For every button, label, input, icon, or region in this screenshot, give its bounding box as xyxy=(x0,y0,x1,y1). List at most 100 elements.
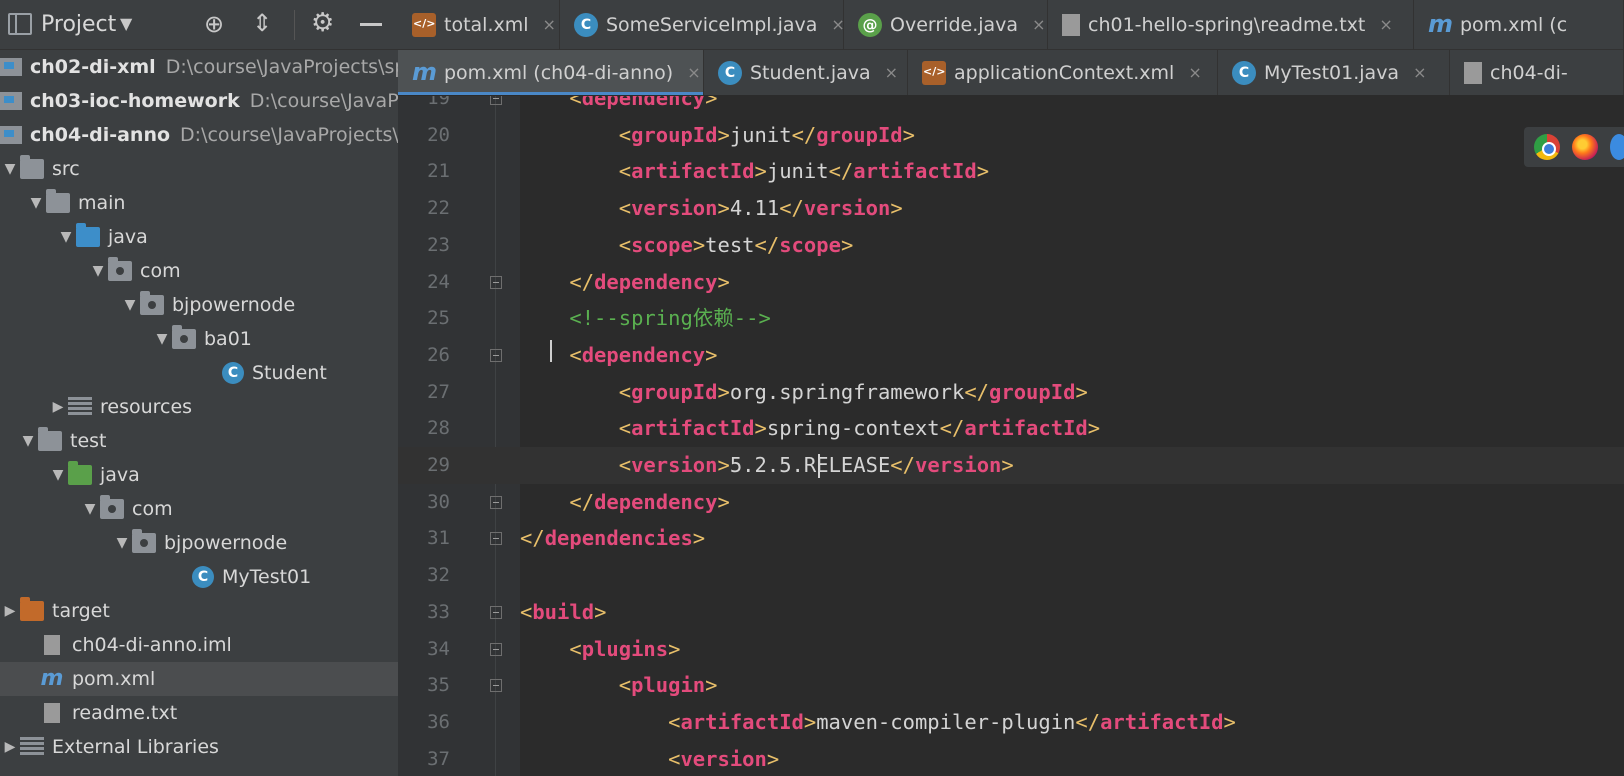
chrome-icon[interactable] xyxy=(1534,134,1560,160)
tree-item-com[interactable]: ▼ com xyxy=(0,254,398,288)
chevron-down-icon[interactable]: ▼ xyxy=(56,229,76,245)
chevron-down-icon[interactable]: ▼ xyxy=(120,14,132,33)
chevron-right-icon[interactable]: ▶ xyxy=(0,603,20,619)
code-line[interactable]: 28 <artifactId>spring-context</artifactI… xyxy=(398,410,1624,447)
close-icon[interactable]: × xyxy=(885,63,898,82)
tree-item-mytest01[interactable]: C MyTest01 xyxy=(0,560,398,594)
code-line[interactable]: 30 </dependency> xyxy=(398,484,1624,521)
xml-text: junit xyxy=(729,122,792,147)
chevron-right-icon[interactable]: ▶ xyxy=(48,399,68,415)
editor-tab-mytest01-java[interactable]: C MyTest01.java × xyxy=(1218,50,1450,95)
fold-marker-icon[interactable] xyxy=(490,348,502,362)
tree-item-src[interactable]: ▼ src xyxy=(0,152,398,186)
tree-item-target[interactable]: ▶ target xyxy=(0,594,398,628)
tree-item-bjpowernode[interactable]: ▼ bjpowernode xyxy=(0,288,398,322)
code-editor[interactable]: 19 <dependency> 20 <groupId>junit</groupI… xyxy=(398,96,1624,776)
close-icon[interactable]: × xyxy=(1379,15,1392,34)
gear-icon[interactable]: ⚙ xyxy=(311,10,334,36)
tree-item-resources[interactable]: ▶ resources xyxy=(0,390,398,424)
tree-item-external-libraries[interactable]: ▶ External Libraries xyxy=(0,730,398,764)
code-line[interactable]: 25 <!--spring依赖--> xyxy=(398,300,1624,337)
chevron-down-icon[interactable]: ▼ xyxy=(152,331,172,347)
project-view-title[interactable]: Project xyxy=(41,12,116,37)
code-line[interactable]: 37 <version> xyxy=(398,741,1624,776)
tree-item-main[interactable]: ▼ main xyxy=(0,186,398,220)
code-line[interactable]: 20 <groupId>junit</groupId> xyxy=(398,117,1624,154)
tree-item-java[interactable]: ▼ java xyxy=(0,220,398,254)
close-icon[interactable]: × xyxy=(831,15,844,34)
tree-item-ch04-di-anno-iml[interactable]: ch04-di-anno.iml xyxy=(0,628,398,662)
tree-item-com[interactable]: ▼ com xyxy=(0,492,398,526)
chevron-right-icon[interactable]: ▶ xyxy=(0,739,20,755)
fold-marker-icon[interactable] xyxy=(490,642,502,656)
fold-marker-icon[interactable] xyxy=(490,96,502,105)
fold-marker-icon[interactable] xyxy=(490,532,502,546)
code-line[interactable]: 34 <plugins> xyxy=(398,631,1624,668)
chevron-down-icon[interactable]: ▼ xyxy=(88,263,108,279)
code-line[interactable]: 23 <scope>test</scope> xyxy=(398,227,1624,264)
xml-text: test xyxy=(705,232,755,257)
tree-item-student[interactable]: C Student xyxy=(0,356,398,390)
class-icon: C xyxy=(192,566,214,588)
code-line[interactable]: 35 <plugin> xyxy=(398,667,1624,704)
editor-tab-pom-xml-c[interactable]: m pom.xml (c xyxy=(1414,0,1624,49)
code-line[interactable]: 22 <version>4.11</version> xyxy=(398,190,1624,227)
locate-file-icon[interactable]: ⊕ xyxy=(204,12,224,36)
tree-item-readme-txt[interactable]: readme.txt xyxy=(0,696,398,730)
line-number: 19 xyxy=(427,96,450,109)
tree-item-ba01[interactable]: ▼ ba01 xyxy=(0,322,398,356)
chevron-down-icon[interactable]: ▼ xyxy=(120,297,140,313)
editor-tab-pom-xml-ch04-di-anno[interactable]: m pom.xml (ch04-di-anno) × xyxy=(398,50,704,95)
fold-marker-icon[interactable] xyxy=(490,605,502,619)
close-icon[interactable]: × xyxy=(687,63,700,82)
tree-item-java[interactable]: ▼ java xyxy=(0,458,398,492)
close-icon[interactable]: × xyxy=(1032,15,1045,34)
chevron-down-icon[interactable]: ▼ xyxy=(18,433,38,449)
tree-item-label: target xyxy=(52,600,110,622)
xml-text xyxy=(520,123,619,147)
tree-item-label: External Libraries xyxy=(52,736,219,758)
close-icon[interactable]: × xyxy=(543,15,556,34)
tree-item-test[interactable]: ▼ test xyxy=(0,424,398,458)
xml-text xyxy=(520,306,569,330)
ie-icon[interactable] xyxy=(1610,134,1624,160)
collapse-all-icon[interactable]: ⇕ xyxy=(252,10,272,36)
code-line[interactable]: 33 <build> xyxy=(398,594,1624,631)
chevron-down-icon[interactable]: ▼ xyxy=(48,467,68,483)
code-line[interactable]: 21 <artifactId>junit</artifactId> xyxy=(398,153,1624,190)
fold-marker-icon[interactable] xyxy=(490,495,502,509)
tree-item-ch02-di-xml[interactable]: ch02-di-xml D:\course\JavaProjects\sp xyxy=(0,50,398,84)
tree-item-pom-xml[interactable]: m pom.xml xyxy=(0,662,398,696)
minimize-icon[interactable] xyxy=(360,23,382,26)
chevron-down-icon[interactable]: ▼ xyxy=(80,501,100,517)
firefox-icon[interactable] xyxy=(1572,134,1598,160)
code-line[interactable]: 29 <version>5.2.5.RELEASE</version> xyxy=(398,447,1624,484)
tree-item-bjpowernode[interactable]: ▼ bjpowernode xyxy=(0,526,398,560)
code-line[interactable]: 32 xyxy=(398,557,1624,594)
code-line[interactable]: 19 <dependency> xyxy=(398,96,1624,117)
chevron-down-icon[interactable]: ▼ xyxy=(0,161,20,177)
fold-marker-icon[interactable] xyxy=(490,679,502,693)
editor-tab-someserviceimpl-java[interactable]: C SomeServiceImpl.java × xyxy=(560,0,845,49)
editor-tab-override-java[interactable]: @ Override.java × xyxy=(844,0,1048,49)
editor-tab-total-xml[interactable]: total.xml × xyxy=(398,0,560,49)
code-line[interactable]: 31 </dependencies> xyxy=(398,520,1624,557)
editor-tab-ch01-hello-spring-readme-txt[interactable]: ch01-hello-spring\readme.txt × xyxy=(1048,0,1414,49)
chevron-down-icon[interactable]: ▼ xyxy=(26,195,46,211)
code-line[interactable]: 26 <dependency> xyxy=(398,337,1624,374)
close-icon[interactable]: × xyxy=(1413,63,1426,82)
code-line[interactable]: 27 <groupId>org.springframework</groupId… xyxy=(398,374,1624,411)
code-line[interactable]: 36 <artifactId>maven-compiler-plugin</ar… xyxy=(398,704,1624,741)
editor-tab-student-java[interactable]: C Student.java × xyxy=(704,50,908,95)
editor-tab-ch04-di[interactable]: ch04-di- xyxy=(1450,50,1624,95)
project-view-icon xyxy=(8,13,32,35)
code-line[interactable]: 24 </dependency> xyxy=(398,264,1624,301)
chevron-down-icon[interactable]: ▼ xyxy=(112,535,132,551)
xml-tag-name: version xyxy=(803,196,891,221)
tree-item-ch03-ioc-homework[interactable]: ch03-ioc-homework D:\course\JavaPr xyxy=(0,84,398,118)
tree-item-ch04-di-anno[interactable]: ch04-di-anno D:\course\JavaProjects\ xyxy=(0,118,398,152)
close-icon[interactable]: × xyxy=(1188,63,1201,82)
fold-marker-icon[interactable] xyxy=(490,275,502,289)
editor-tab-applicationcontext-xml[interactable]: applicationContext.xml × xyxy=(908,50,1218,95)
xml-file-icon xyxy=(412,12,436,37)
